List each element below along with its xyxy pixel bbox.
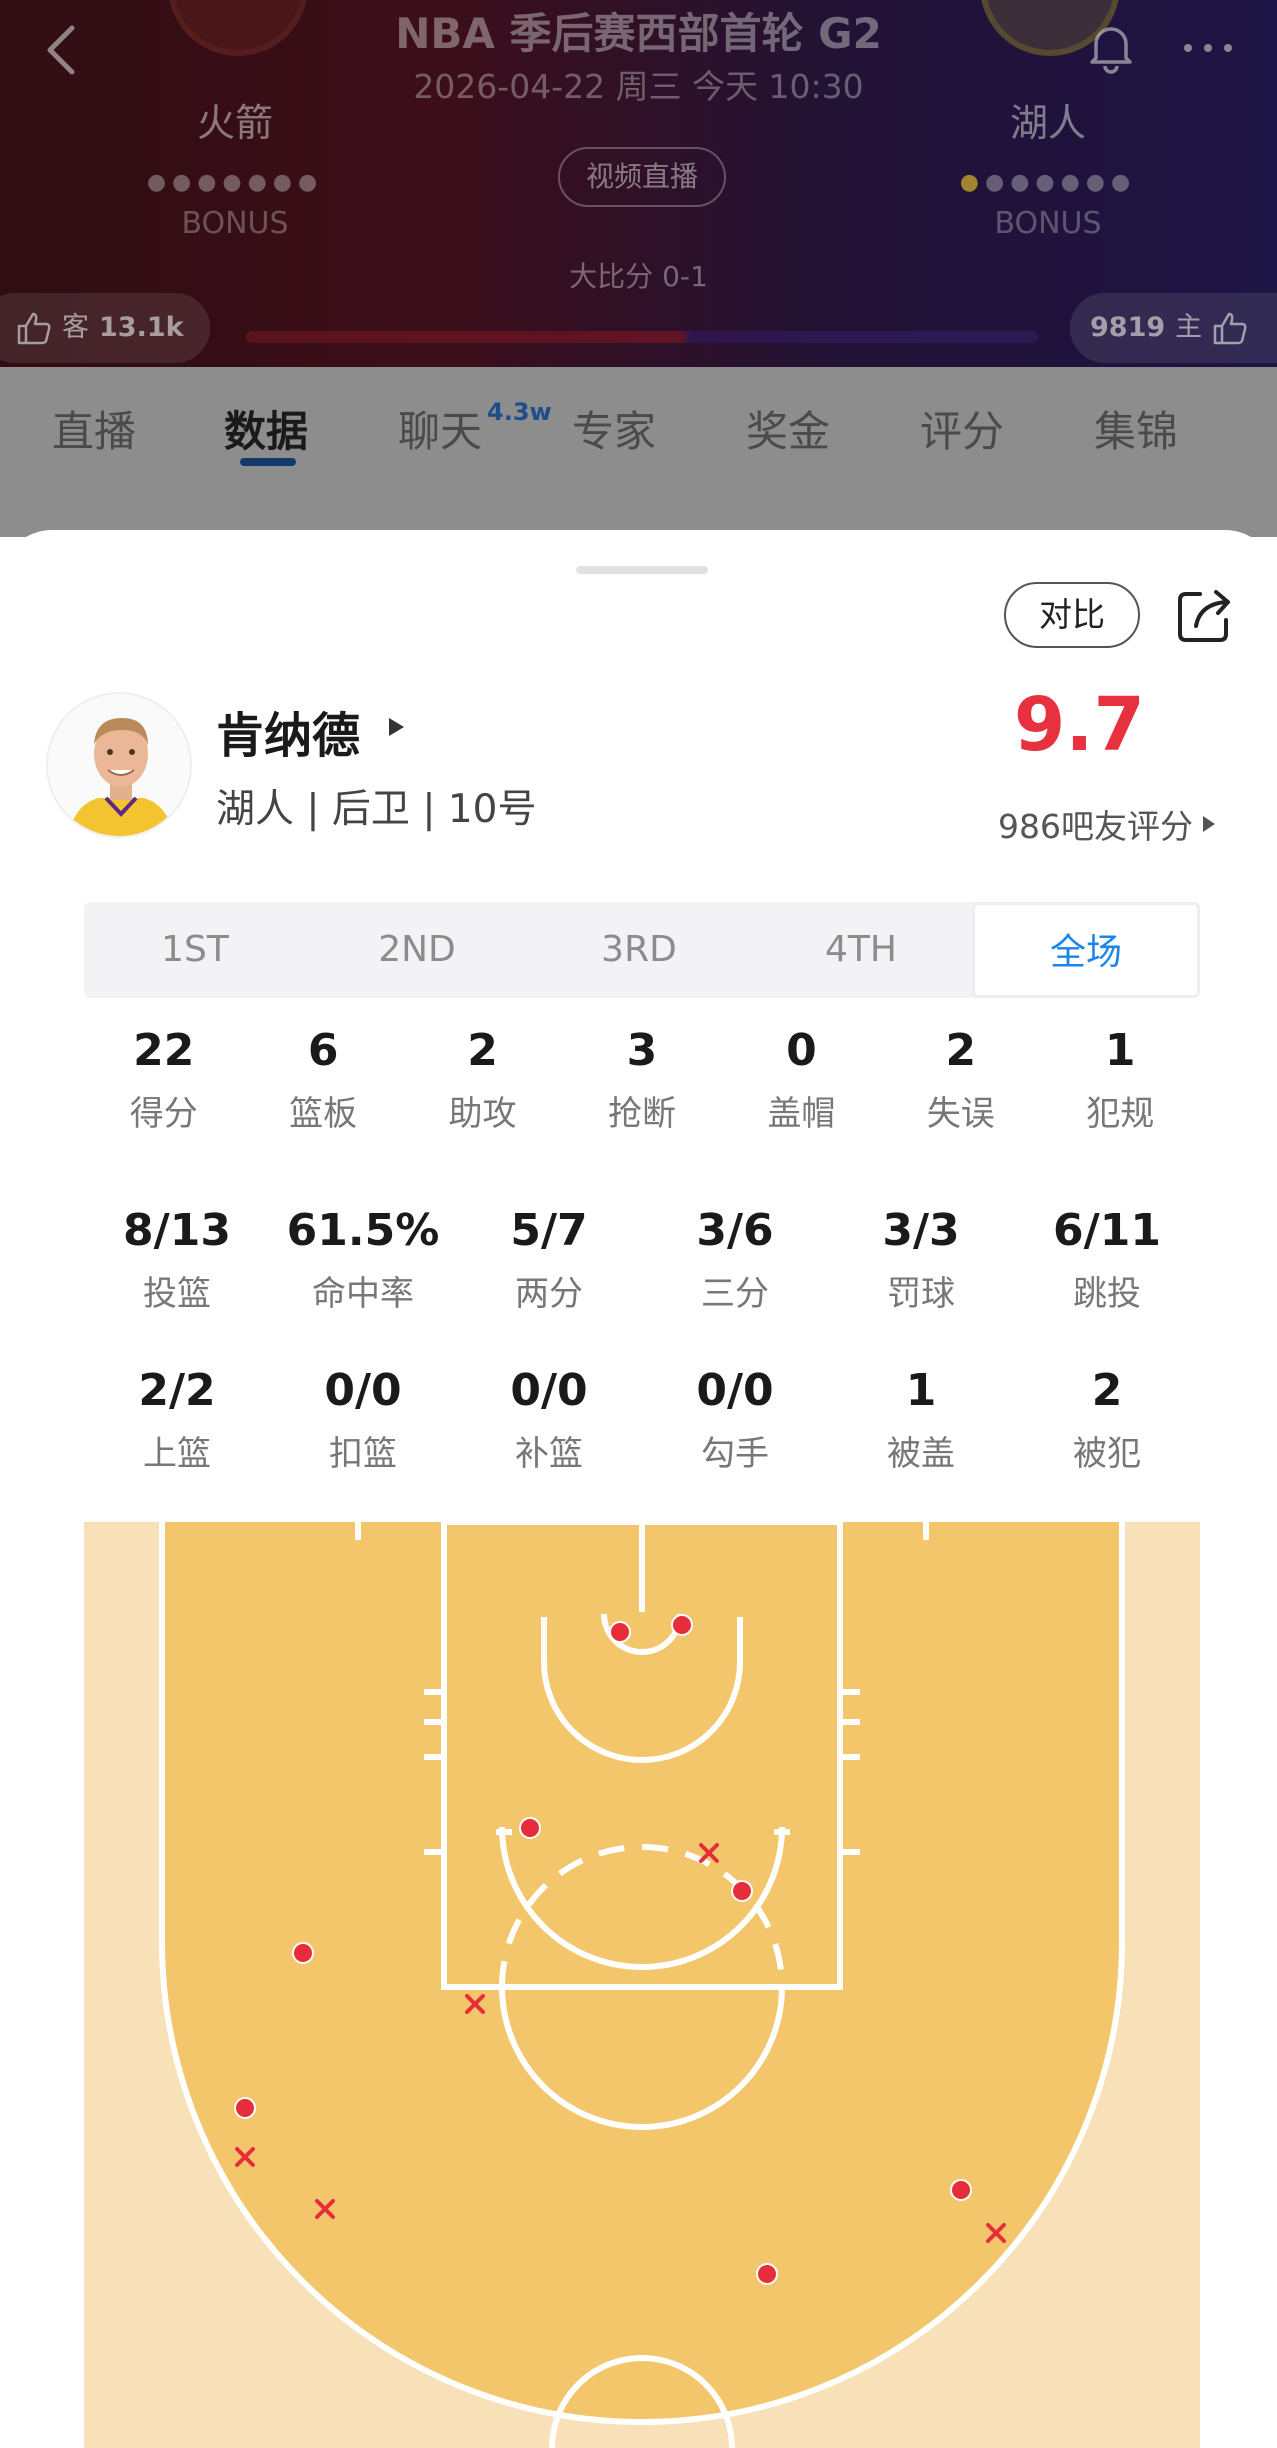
stat-rebounds: 6 篮板	[243, 1022, 402, 1135]
stats-row-basic: 22 得分 6 篮板 2 助攻 3 抢断 0 盖帽 2 失误 1 犯规	[84, 1022, 1200, 1135]
stat-value: 0/0	[324, 1365, 402, 1416]
match-header: NBA 季后赛西部首轮 G2 2026-04-22 周三 今天 10:30 火箭…	[0, 0, 1277, 367]
stat-fg-pct: 61.5% 命中率	[270, 1202, 456, 1315]
stat-value: 0/0	[510, 1365, 588, 1416]
stat-label: 被犯	[1073, 1434, 1141, 1474]
stat-value: 2/2	[138, 1365, 216, 1416]
player-stats-sheet: 对比 肯纳德 湖人 | 后卫 | 10号 9.7 986吧友评分 1ST 2ND…	[0, 530, 1277, 2448]
stat-value: 1	[1104, 1025, 1136, 1076]
stat-value: 0	[786, 1025, 817, 1076]
tab-data[interactable]: 数据	[224, 398, 308, 459]
sheet-drag-handle[interactable]	[576, 566, 708, 574]
stat-label: 得分	[129, 1094, 198, 1134]
tab-bonus[interactable]: 奖金	[746, 398, 830, 459]
stat-assists: 2 助攻	[403, 1022, 562, 1135]
tab-rating[interactable]: 评分	[920, 398, 1004, 459]
stat-2pt: 5/7 两分	[456, 1202, 642, 1315]
share-icon[interactable]	[1176, 586, 1234, 644]
stats-row-shooting: 8/13 投篮 61.5% 命中率 5/7 两分 3/6 三分 3/3 罚球 6/11 跳投	[84, 1202, 1200, 1315]
player-info: 湖人 | 后卫 | 10号	[216, 787, 537, 832]
period-tab-full-game[interactable]: 全场	[972, 902, 1200, 998]
player-rating: 9.7	[1013, 682, 1145, 768]
tab-expert[interactable]: 专家	[572, 398, 656, 459]
stat-label: 跳投	[1073, 1274, 1141, 1314]
stat-label: 两分	[515, 1274, 583, 1314]
shot-made-marker	[292, 1942, 314, 1964]
stat-label: 犯规	[1086, 1094, 1155, 1134]
shot-made-marker	[671, 1614, 693, 1636]
stat-label: 勾手	[701, 1434, 769, 1474]
stat-fg: 8/13 投篮	[84, 1202, 270, 1315]
stat-hook: 0/0 勾手	[642, 1362, 828, 1475]
stat-label: 命中率	[312, 1274, 414, 1314]
stat-dunk: 0/0 扣篮	[270, 1362, 456, 1475]
period-tab-1st[interactable]: 1ST	[84, 902, 306, 998]
stat-label: 篮板	[289, 1094, 358, 1134]
stat-fouled: 2 被犯	[1014, 1362, 1200, 1475]
stat-label: 盖帽	[767, 1094, 836, 1134]
caret-right-icon[interactable]	[386, 716, 406, 738]
stat-label: 扣篮	[329, 1434, 397, 1474]
tab-live[interactable]: 直播	[52, 398, 136, 459]
stat-steals: 3 抢断	[562, 1022, 721, 1135]
stat-value: 2	[945, 1025, 977, 1076]
shot-made-marker	[756, 2263, 778, 2285]
compare-button[interactable]: 对比	[1004, 582, 1140, 648]
stat-label: 投篮	[143, 1274, 211, 1314]
stat-value: 0/0	[696, 1365, 774, 1416]
stat-points: 22 得分	[84, 1022, 243, 1135]
stat-turnovers: 2 失误	[881, 1022, 1040, 1135]
period-tabs: 1ST 2ND 3RD 4TH 全场	[84, 902, 1200, 998]
stat-label: 助攻	[448, 1094, 517, 1134]
stat-label: 失误	[926, 1094, 995, 1134]
stat-label: 上篮	[143, 1434, 211, 1474]
stat-value: 2	[1091, 1365, 1123, 1416]
shot-made-marker	[234, 2097, 256, 2119]
period-tab-2nd[interactable]: 2ND	[306, 902, 528, 998]
stat-label: 三分	[701, 1274, 769, 1314]
stat-value: 3	[626, 1025, 658, 1076]
rating-count-label: 986吧友评分	[998, 807, 1193, 846]
player-name[interactable]: 肯纳德	[216, 696, 360, 766]
stat-value: 6	[307, 1025, 339, 1076]
player-photo	[48, 694, 190, 836]
tab-chat[interactable]: 聊天	[398, 398, 482, 459]
stat-blocks: 0 盖帽	[722, 1022, 881, 1135]
stat-blocked: 1 被盖	[828, 1362, 1014, 1475]
stat-value: 61.5%	[286, 1205, 440, 1256]
stat-value: 8/13	[123, 1205, 231, 1256]
shot-made-marker	[519, 1817, 541, 1839]
stat-label: 罚球	[887, 1274, 955, 1314]
stat-value: 3/3	[882, 1205, 960, 1256]
shot-chart	[84, 1522, 1200, 2448]
shot-made-marker	[609, 1621, 631, 1643]
stat-jumpshot: 6/11 跳投	[1014, 1202, 1200, 1315]
stat-3pt: 3/6 三分	[642, 1202, 828, 1315]
tab-highlights[interactable]: 集锦	[1094, 398, 1178, 459]
stat-label: 被盖	[887, 1434, 955, 1474]
caret-right-icon	[1203, 816, 1215, 832]
stat-value: 5/7	[510, 1205, 588, 1256]
stats-row-shot-types: 2/2 上篮 0/0 扣篮 0/0 补篮 0/0 勾手 1 被盖 2 被犯	[84, 1362, 1200, 1475]
rating-link[interactable]: 986吧友评分	[998, 800, 1217, 848]
stat-layup: 2/2 上篮	[84, 1362, 270, 1475]
shot-made-marker	[950, 2179, 972, 2201]
chat-count-badge: 4.3w	[487, 398, 552, 426]
player-avatar[interactable]	[46, 692, 192, 838]
stat-tipin: 0/0 补篮	[456, 1362, 642, 1475]
stat-label: 抢断	[607, 1094, 676, 1134]
stat-value: 2	[467, 1025, 498, 1076]
stat-value: 1	[905, 1365, 937, 1416]
stat-value: 3/6	[696, 1205, 774, 1256]
period-tab-3rd[interactable]: 3RD	[528, 902, 750, 998]
active-tab-indicator	[240, 458, 296, 466]
stat-value: 6/11	[1053, 1205, 1161, 1256]
stat-value: 22	[133, 1025, 195, 1076]
shot-made-marker	[731, 1880, 753, 1902]
stat-ft: 3/3 罚球	[828, 1202, 1014, 1315]
period-tab-4th[interactable]: 4TH	[750, 902, 972, 998]
stat-label: 补篮	[515, 1434, 583, 1474]
stat-fouls: 1 犯规	[1041, 1022, 1200, 1135]
